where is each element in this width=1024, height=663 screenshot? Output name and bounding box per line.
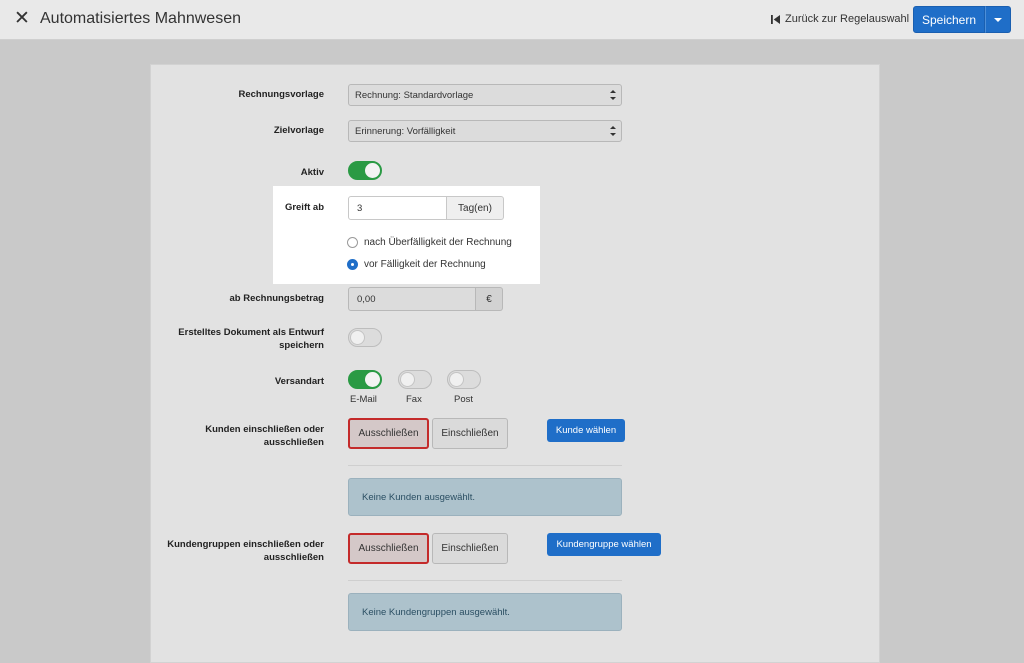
- email-toggle[interactable]: [348, 370, 382, 389]
- page-title: Automatisiertes Mahnwesen: [40, 10, 241, 27]
- save-options-dropdown[interactable]: [985, 6, 1011, 33]
- select-arrows-icon: [610, 125, 616, 137]
- top-bar: ✕ Automatisiertes Mahnwesen Zurück zur R…: [0, 0, 1024, 40]
- toggle-knob: [350, 330, 365, 345]
- post-option-label: Post: [454, 394, 474, 405]
- customer-groups-label: Kundengruppen einschließen oder ausschli…: [167, 539, 324, 563]
- radio-after-overdue-label: nach Überfälligkeit der Rechnung: [364, 237, 512, 248]
- customer-groups-exclude-button[interactable]: Ausschließen: [348, 533, 429, 564]
- back-to-rules-link[interactable]: Zurück zur Regelauswahl: [771, 13, 909, 25]
- min-amount-input[interactable]: 0,00: [348, 287, 476, 311]
- min-amount-label: ab Rechnungsbetrag: [229, 293, 325, 304]
- customer-groups-empty-info: Keine Kundengruppen ausgewählt.: [348, 593, 622, 631]
- toggle-knob: [449, 372, 464, 387]
- toggle-knob: [400, 372, 415, 387]
- draft-label: Erstelltes Dokument als Entwurf speicher…: [178, 327, 324, 351]
- radio-button[interactable]: [347, 237, 358, 248]
- customers-include-button[interactable]: Einschließen: [432, 418, 508, 449]
- chevron-down-icon: [994, 17, 1002, 22]
- target-template-label: Zielvorlage: [273, 125, 324, 136]
- select-arrows-icon: [610, 89, 616, 101]
- radio-before-due[interactable]: vor Fälligkeit der Rechnung: [347, 259, 486, 270]
- save-button[interactable]: Speichern: [913, 6, 985, 33]
- close-icon[interactable]: ✕: [12, 9, 32, 29]
- divider: [348, 580, 622, 581]
- toggle-knob: [365, 163, 380, 178]
- email-option-label: E-Mail: [350, 394, 377, 405]
- target-template-value: Erinnerung: Vorfälligkeit: [355, 125, 456, 137]
- invoice-template-select[interactable]: Rechnung: Standardvorlage: [348, 84, 622, 106]
- fax-toggle[interactable]: [398, 370, 432, 389]
- invoice-template-label: Rechnungsvorlage: [238, 89, 324, 100]
- applies-from-days-input[interactable]: 3: [348, 196, 447, 220]
- choose-customer-group-button[interactable]: Kundengruppe wählen: [547, 533, 661, 556]
- draft-toggle[interactable]: [348, 328, 382, 347]
- fax-option-label: Fax: [406, 394, 422, 405]
- applies-from-section: Greift ab 3 Tag(en) nach Überfälligkeit …: [273, 186, 540, 284]
- currency-addon: €: [476, 287, 503, 311]
- customers-exclude-button[interactable]: Ausschließen: [348, 418, 429, 449]
- back-link-label: Zurück zur Regelauswahl: [785, 13, 910, 25]
- active-toggle[interactable]: [348, 161, 382, 180]
- applies-from-label: Greift ab: [284, 202, 324, 213]
- choose-customer-button[interactable]: Kunde wählen: [547, 419, 625, 442]
- target-template-select[interactable]: Erinnerung: Vorfälligkeit: [348, 120, 622, 142]
- radio-after-overdue[interactable]: nach Überfälligkeit der Rechnung: [347, 237, 512, 248]
- save-button-group: Speichern: [913, 6, 1011, 33]
- shipping-label: Versandart: [274, 376, 324, 387]
- invoice-template-value: Rechnung: Standardvorlage: [355, 89, 474, 101]
- skip-back-icon: [771, 14, 780, 24]
- radio-button-checked[interactable]: [347, 259, 358, 270]
- radio-before-due-label: vor Fälligkeit der Rechnung: [364, 259, 486, 270]
- days-unit-addon: Tag(en): [447, 196, 504, 220]
- toggle-knob: [365, 372, 380, 387]
- divider: [348, 465, 622, 466]
- customer-groups-include-button[interactable]: Einschließen: [432, 533, 508, 564]
- active-label: Aktiv: [300, 167, 324, 178]
- customers-label: Kunden einschließen oder ausschließen: [205, 424, 324, 448]
- rule-form-panel: [150, 64, 880, 663]
- post-toggle[interactable]: [447, 370, 481, 389]
- customers-empty-info: Keine Kunden ausgewählt.: [348, 478, 622, 516]
